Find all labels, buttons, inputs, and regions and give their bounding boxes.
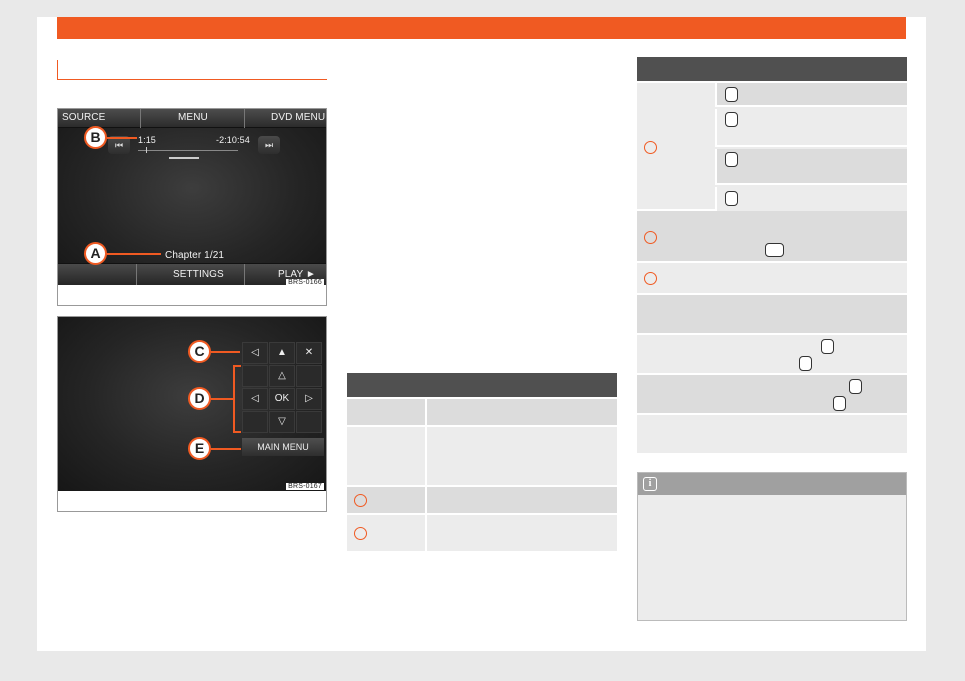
header-bar [57, 17, 906, 39]
table-row [637, 211, 907, 263]
key-icon [799, 356, 812, 371]
callout-d-bracket-top [233, 365, 241, 367]
table-row [637, 415, 907, 455]
table-header [347, 373, 617, 399]
callout-a: A [84, 242, 107, 265]
table-row [637, 263, 907, 295]
callout-b-line [107, 137, 137, 139]
info-icon: i [643, 477, 657, 491]
callout-d-bracket [233, 365, 235, 433]
figure-dvd-menu-pad: ◁ ▲ ✕ △ ◁ OK ▷ ▽ MAIN MENU C D E BRS-016… [57, 316, 327, 512]
callout-d: D [188, 387, 211, 410]
callout-marker [354, 494, 367, 507]
callout-marker [354, 527, 367, 540]
dvd-menu-button[interactable]: DVD MENU [271, 112, 325, 123]
pad-up-button[interactable]: △ [269, 365, 295, 387]
key-icon [725, 112, 738, 127]
remaining-time: -2:10:54 [216, 135, 250, 145]
figure-dvd-playback: SOURCE MENU DVD MENU ⏮ 1:15 -2:10:54 ⏭ C… [57, 108, 327, 306]
table-row [637, 83, 907, 211]
table-row [637, 335, 907, 375]
table-row [347, 399, 617, 427]
manual-page: SOURCE MENU DVD MENU ⏮ 1:15 -2:10:54 ⏭ C… [37, 17, 926, 651]
callout-b: B [84, 126, 107, 149]
callout-d-bracket-bottom [233, 431, 241, 433]
callout-marker [644, 231, 657, 244]
table-row [637, 375, 907, 415]
sub-rows [715, 83, 907, 211]
callout-marker [644, 272, 657, 285]
note-header: i [638, 473, 906, 495]
menu-button[interactable]: MENU [178, 112, 208, 123]
skip-forward-icon: ⏭ [264, 140, 274, 150]
callout-c-line [211, 351, 240, 353]
callout-a-line [107, 253, 161, 255]
pad-right-button[interactable]: ▷ [296, 388, 322, 410]
section-heading-rule [57, 60, 327, 80]
pad-cell-empty [242, 365, 268, 387]
callout-d-line [211, 398, 233, 400]
key-icon [765, 243, 784, 257]
key-icon [821, 339, 834, 354]
key-icon [725, 152, 738, 167]
figure-caption [58, 491, 326, 511]
pad-cell-empty [242, 411, 268, 433]
progress-knob[interactable] [146, 147, 147, 153]
settings-button[interactable]: SETTINGS [173, 269, 224, 280]
figure-caption [58, 285, 326, 305]
pad-move-button[interactable]: ▲ [269, 342, 295, 364]
table-row [347, 427, 617, 487]
callout-marker [644, 141, 657, 154]
dvd-playback-screen: SOURCE MENU DVD MENU ⏮ 1:15 -2:10:54 ⏭ C… [58, 109, 326, 285]
key-icon [725, 87, 738, 102]
skip-forward-button[interactable]: ⏭ [258, 136, 280, 154]
pad-close-button[interactable]: ✕ [296, 342, 322, 364]
pad-left-button[interactable]: ◁ [242, 388, 268, 410]
dvd-controls-table [637, 57, 907, 455]
key-icon [833, 396, 846, 411]
main-menu-button[interactable]: MAIN MENU [242, 438, 324, 456]
pad-cell-empty [296, 365, 322, 387]
page-indicator [169, 157, 199, 159]
table-row [637, 295, 907, 335]
pad-back-button[interactable]: ◁ [242, 342, 268, 364]
menu-functions-table [347, 373, 617, 553]
top-button-row: SOURCE MENU DVD MENU [58, 109, 326, 128]
callout-e: E [188, 437, 211, 460]
key-icon [725, 191, 738, 206]
key-icon [849, 379, 862, 394]
source-button[interactable]: SOURCE [62, 112, 105, 123]
table-row [347, 487, 617, 515]
pad-cell-empty [296, 411, 322, 433]
progress-bar[interactable] [138, 150, 238, 151]
pad-down-button[interactable]: ▽ [269, 411, 295, 433]
figure-code: BRS-0167 [286, 483, 324, 490]
dvd-menu-screen: ◁ ▲ ✕ △ ◁ OK ▷ ▽ MAIN MENU C D E [58, 317, 326, 493]
callout-e-line [211, 448, 241, 450]
table-row [347, 515, 617, 553]
pad-ok-button[interactable]: OK [269, 388, 295, 410]
elapsed-time: 1:15 [138, 135, 156, 145]
callout-c: C [188, 340, 211, 363]
chapter-indicator: Chapter 1/21 [165, 250, 225, 261]
table-header [637, 57, 907, 83]
note-box: i [637, 472, 907, 621]
